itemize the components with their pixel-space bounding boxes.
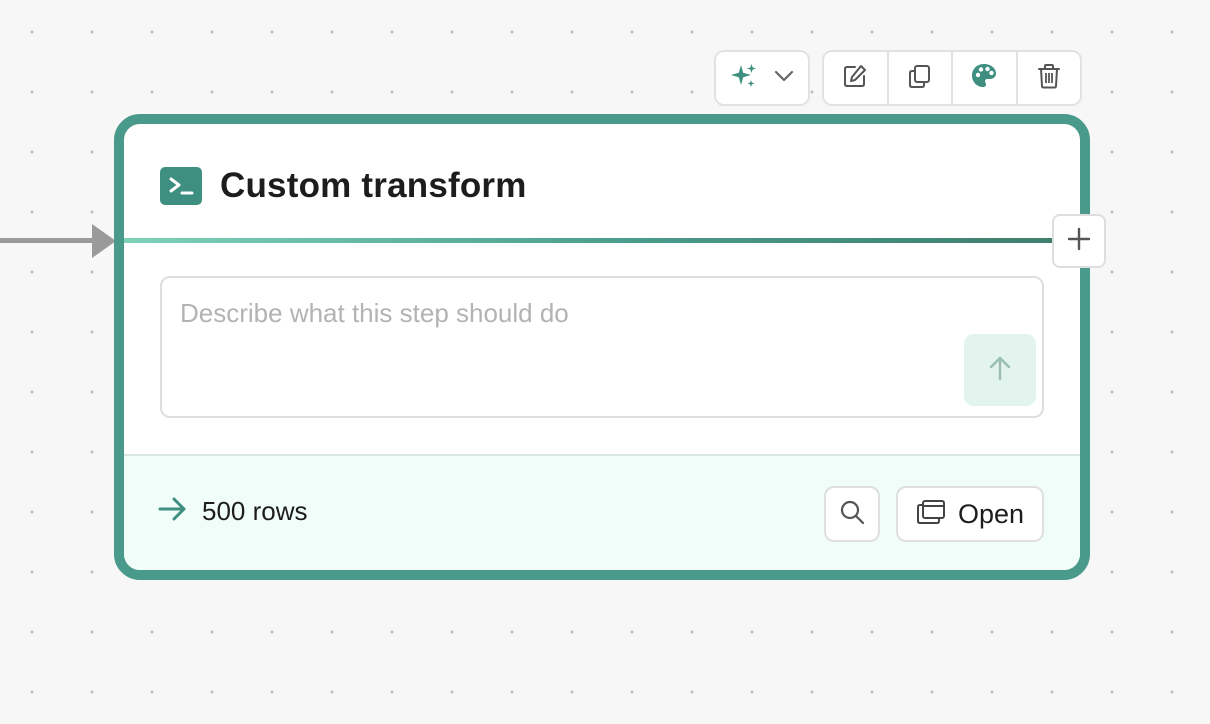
node-title: Custom transform	[220, 166, 527, 205]
node-header: Custom transform	[160, 166, 527, 206]
terminal-icon	[160, 167, 202, 205]
plus-icon	[1066, 226, 1092, 257]
incoming-edge	[0, 238, 96, 243]
chevron-down-icon	[774, 69, 794, 87]
copy-icon	[907, 63, 933, 94]
row-count-label: 500 rows	[202, 496, 308, 526]
sparkles-icon	[730, 62, 758, 95]
search-button[interactable]	[824, 486, 880, 542]
arrow-right-icon	[158, 496, 188, 527]
header-divider	[124, 238, 1080, 243]
send-button[interactable]	[964, 334, 1036, 406]
node-toolbar	[822, 50, 1082, 106]
arrow-up-icon	[987, 354, 1013, 387]
delete-button[interactable]	[1018, 52, 1081, 104]
color-button[interactable]	[953, 52, 1018, 104]
palette-icon	[970, 62, 998, 95]
open-button-label: Open	[957, 498, 1025, 529]
transform-node-card[interactable]: Custom transform 500 rows	[114, 114, 1090, 580]
row-count: 500 rows	[158, 496, 308, 527]
prompt-box	[160, 276, 1044, 418]
window-stack-icon	[916, 499, 946, 530]
search-icon	[839, 499, 865, 530]
node-footer: 500 rows Open	[124, 454, 1080, 570]
trash-icon	[1036, 62, 1062, 95]
duplicate-button[interactable]	[889, 52, 953, 104]
open-button[interactable]: Open	[896, 486, 1044, 542]
edit-icon	[842, 63, 868, 94]
prompt-input[interactable]	[180, 298, 940, 329]
ai-assist-menu[interactable]	[714, 50, 810, 106]
edit-button[interactable]	[824, 52, 889, 104]
add-step-button[interactable]	[1052, 214, 1106, 268]
edge-arrowhead	[92, 224, 116, 258]
